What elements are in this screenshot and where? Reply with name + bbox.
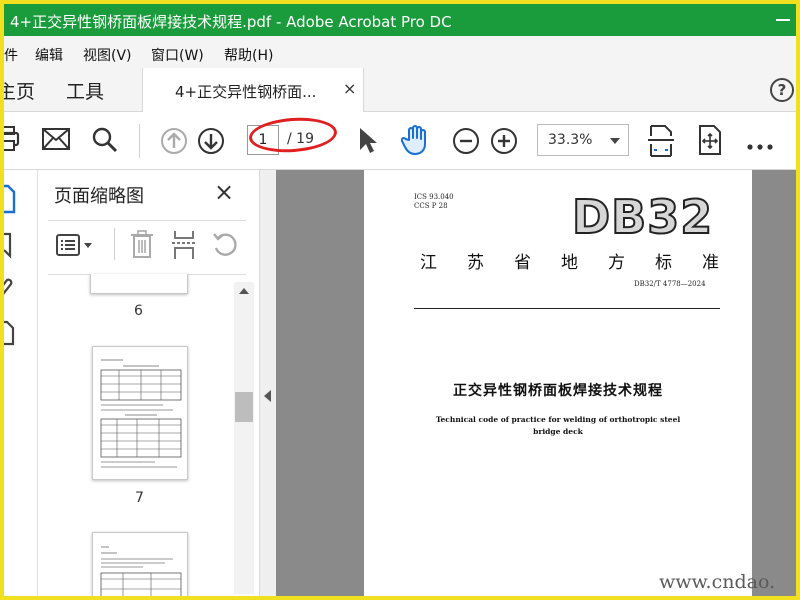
org-char: 省	[514, 253, 532, 273]
bookmark-rail-icon[interactable]	[4, 232, 16, 264]
insert-page-icon[interactable]	[172, 230, 196, 264]
pane-divider	[48, 220, 246, 221]
window-title: 4+正交异性钢桥面板焊接技术规程.pdf - Adobe Acrobat Pro…	[10, 13, 452, 31]
title-bar: 4+正交异性钢桥面板焊接技术规程.pdf - Adobe Acrobat Pro…	[4, 4, 796, 36]
document-tab-label: 4+正交异性钢桥面...	[175, 83, 317, 101]
zoom-in-icon[interactable]	[490, 127, 518, 159]
thumbnails-scrollbar[interactable]	[234, 282, 254, 594]
menu-edit[interactable]: 编辑	[35, 45, 63, 65]
scroll-up-icon[interactable]	[239, 288, 249, 294]
close-pane-icon[interactable]: ×	[214, 178, 234, 206]
menu-view[interactable]: 视图(V)	[83, 45, 132, 65]
org-char: 地	[561, 253, 579, 273]
standard-number: DB32/T 4778—2024	[634, 280, 706, 288]
watermark-text: www.cndao.	[659, 571, 776, 593]
delete-page-icon[interactable]	[130, 230, 154, 264]
close-tab-icon[interactable]: ×	[343, 79, 356, 98]
db32-logo: DB32	[571, 189, 714, 245]
thumbnail-page-number: 6	[134, 303, 143, 319]
ics-code-block: ICS 93.040 CCS P 28	[414, 193, 454, 211]
email-icon[interactable]	[42, 128, 70, 154]
page-up-icon[interactable]	[160, 127, 188, 159]
left-rail	[4, 170, 38, 596]
org-char: 方	[608, 253, 626, 273]
tab-home[interactable]: 主页	[4, 77, 35, 104]
title-en-line: Technical code of practice for welding o…	[435, 415, 681, 424]
document-title-cn: 正交异性钢桥面板焊接技术规程	[453, 383, 663, 399]
tab-bar: 主页 工具 4+正交异性钢桥面... × ?	[4, 68, 796, 112]
chevron-left-icon	[264, 390, 271, 402]
page-down-icon[interactable]	[197, 127, 225, 159]
help-icon[interactable]: ?	[770, 78, 794, 102]
menu-bar: 件 编辑 视图(V) 窗口(W) 帮助(H)	[4, 36, 796, 68]
org-char: 标	[655, 253, 673, 273]
full-screen-icon[interactable]	[697, 124, 723, 160]
more-icon[interactable]	[747, 136, 773, 155]
zoom-out-icon[interactable]	[452, 127, 480, 159]
page-thumbnail[interactable]	[92, 532, 188, 596]
pane-separator	[114, 228, 115, 260]
search-icon[interactable]	[92, 127, 118, 157]
title-en-line: bridge deck	[533, 427, 583, 436]
org-char: 江	[420, 253, 438, 273]
attachment-rail-icon[interactable]	[4, 276, 16, 306]
menu-window[interactable]: 窗口(W)	[151, 45, 204, 65]
thumbnails-pane: 页面缩略图 × 6 7	[38, 170, 260, 596]
page-thumbnail[interactable]	[90, 274, 188, 294]
scrollbar-thumb[interactable]	[235, 392, 253, 422]
menu-help[interactable]: 帮助(H)	[224, 45, 273, 65]
tab-tools[interactable]: 工具	[66, 77, 104, 104]
menu-file[interactable]: 件	[4, 45, 18, 65]
collapse-pane-handle[interactable]	[260, 170, 276, 596]
org-char: 苏	[467, 253, 485, 273]
rotate-icon[interactable]	[212, 232, 240, 262]
org-char: 准	[702, 253, 720, 273]
thumbnails-rail-icon[interactable]	[4, 184, 18, 218]
pane-title: 页面缩略图	[54, 186, 144, 207]
minimize-button[interactable]	[774, 10, 792, 28]
ccs-code: CCS P 28	[414, 202, 448, 210]
hand-icon[interactable]	[400, 124, 431, 160]
document-title-en: Technical code of practice for welding o…	[434, 414, 682, 438]
acrobat-window: 4+正交异性钢桥面板焊接技术规程.pdf - Adobe Acrobat Pro…	[4, 4, 796, 596]
zoom-value: 33.3%	[548, 132, 593, 148]
pdf-page: ICS 93.040 CCS P 28 DB32 江 苏 省 地 方 标 准 D…	[364, 170, 752, 596]
issuing-organization: 江 苏 省 地 方 标 准	[420, 248, 720, 273]
zoom-select[interactable]: 33.3%	[537, 124, 629, 156]
toolbar: 1 / 19 33.3%	[4, 112, 796, 170]
header-rule	[414, 308, 720, 309]
ics-code: ICS 93.040	[414, 193, 454, 201]
select-arrow-icon[interactable]	[358, 126, 378, 158]
layers-rail-icon[interactable]	[4, 318, 16, 350]
print-icon[interactable]	[4, 125, 20, 157]
thumbnail-page-number: 7	[135, 490, 144, 506]
thumbnail-options-icon[interactable]	[56, 232, 96, 262]
page-thumbnail[interactable]	[92, 346, 188, 480]
chevron-down-icon	[610, 138, 620, 144]
toolbar-separator	[139, 124, 140, 158]
tab-document[interactable]: 4+正交异性钢桥面... ×	[142, 68, 364, 112]
document-view[interactable]: ICS 93.040 CCS P 28 DB32 江 苏 省 地 方 标 准 D…	[276, 170, 796, 596]
fit-page-icon[interactable]	[647, 124, 675, 162]
